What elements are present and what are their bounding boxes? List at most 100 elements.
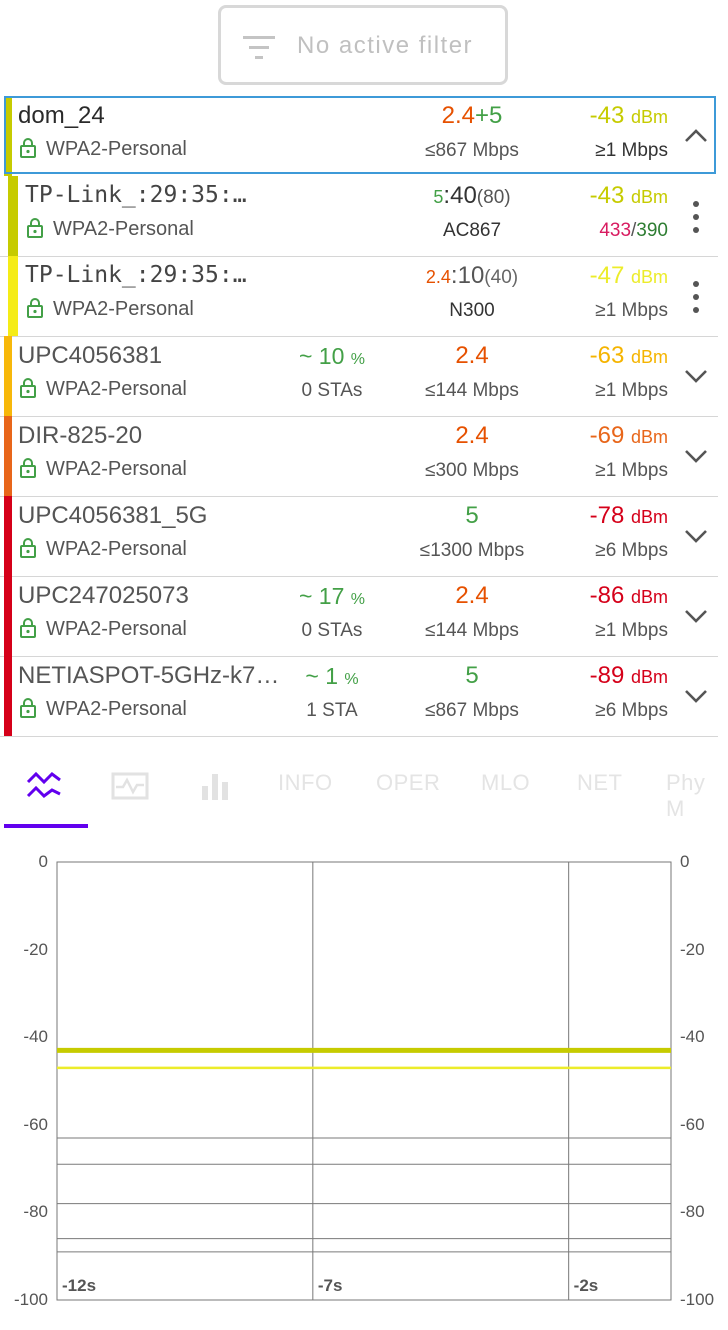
signal-strength: -89 dBm [590,662,668,690]
network-row[interactable]: TP-Link_:29:35:… WPA2-Personal 5:40(80) AC8… [0,176,718,257]
max-rate: ≤144 Mbps [425,620,519,641]
lock-icon [27,218,43,238]
security-type: WPA2-Personal [46,538,187,560]
min-rate-part: ≥6 Mbps [595,700,668,721]
min-rate: ≥1 Mbps [595,140,668,162]
min-rate: ≥6 Mbps [595,700,668,722]
max-rate: ≤300 Mbps [425,460,519,481]
chevron-down-icon[interactable] [682,682,710,710]
signal-color-bar [4,416,12,496]
band-part: 2.4 [455,582,489,609]
signal-color-bar [4,96,12,176]
tab-net[interactable]: NET [577,770,623,796]
security-type: WPA2-Personal [46,618,187,640]
signal-value: -43 [589,102,631,129]
band-channel: 2.4+5 [394,102,550,130]
station-count: 1 STA [306,700,358,721]
tab-info[interactable]: INFO [278,770,333,796]
min-rate-part: ≥1 Mbps [595,300,668,321]
network-row[interactable]: DIR-825-20 WPA2-Personal 2.4 ≤300 Mbps -69 d… [0,416,718,497]
max-rate: ≤1300 Mbps [419,540,525,561]
chevron-down-icon[interactable] [682,442,710,470]
lock-icon [20,458,36,478]
network-ssid: UPC247025073 [18,582,189,609]
signal-unit: dBm [630,667,668,687]
security-type: WPA2-Personal [46,458,187,480]
band-channel: 5 [394,502,550,530]
network-row[interactable]: UPC247025073 WPA2-Personal ~ 17 % 0 STAs 2.4… [0,576,718,657]
signal-unit: dBm [630,347,668,367]
more-vert-icon[interactable] [688,280,704,314]
chevron-down-icon[interactable] [682,602,710,630]
channel-quality-value: ~ 17 [298,583,351,609]
chevron-up-icon[interactable] [682,122,710,150]
band-part: (80) [476,187,511,208]
signal-chart: 0 0 -20 -20 -40 -40 -60 -60 -80 -80 -100 -100 -12s -7… [0,840,728,1330]
min-rate: 433/390 [599,220,668,242]
signal-value: -47 [589,262,631,289]
network-row[interactable]: dom_24 WPA2-Personal 2.4+5 ≤867 Mbps -43 dBm… [0,96,718,176]
max-rate: ≤867 Mbps [425,140,519,161]
station-count: 0 STAs [301,620,363,641]
network-row[interactable]: TP-Link_:29:35:… WPA2-Personal 2.4:10(40) N… [0,256,718,337]
security-type: WPA2-Personal [46,698,187,720]
tab-phy-m[interactable]: Phy M [666,770,728,822]
lock-icon [20,538,36,558]
band-part: :10 [450,262,485,289]
band-part: 5 [465,662,479,689]
signal-value: -63 [589,342,631,369]
min-rate: ≥1 Mbps [595,620,668,642]
signal-value: -69 [589,422,631,449]
chevron-down-icon[interactable] [682,362,710,390]
min-rate: ≥1 Mbps [595,380,668,402]
filter-button[interactable]: No active filter [218,5,508,85]
max-rate: N300 [449,300,495,321]
signal-value: -78 [589,502,631,529]
min-rate-part: ≥1 Mbps [595,460,668,481]
y-tick-label-right: -40 [680,1027,705,1047]
band-channel: 2.4 [394,422,550,450]
min-rate-part: 433 [599,220,632,241]
signal-value: -43 [589,182,631,209]
band-part: 2.4 [455,422,489,449]
band-channel: 2.4 [394,342,550,370]
x-tick-label: -7s [317,1276,343,1295]
network-row[interactable]: UPC4056381 WPA2-Personal ~ 10 % 0 STAs 2.4 ≤1… [0,336,718,417]
tab-mlo[interactable]: MLO [481,770,530,796]
max-rate: ≤144 Mbps [425,380,519,401]
network-ssid: UPC4056381 [18,342,163,369]
channel-quality: ~ 1 % [270,663,394,690]
min-rate-part: ≥1 Mbps [595,380,668,401]
signal-time-graph-icon[interactable] [22,766,66,806]
y-tick-label-right: -80 [680,1202,705,1222]
signal-strength: -78 dBm [590,502,668,530]
channel-graph-icon[interactable] [110,766,154,806]
band-channel: 5 [394,662,550,690]
bar-chart-icon[interactable] [196,766,240,806]
band-part: 2.4 [425,267,451,287]
band-part: :40 [443,182,477,209]
network-row[interactable]: NETIASPOT-5GHz-k7… WPA2-Personal ~ 1 % 1 ST… [0,656,718,737]
signal-value: -86 [589,582,631,609]
signal-unit: dBm [630,107,668,127]
signal-strength: -69 dBm [590,422,668,450]
chevron-down-icon[interactable] [682,522,710,550]
signal-color-bar [8,176,18,256]
signal-unit: dBm [630,267,668,287]
channel-quality-unit: % [350,591,366,608]
min-rate-part: ≥1 Mbps [595,140,668,161]
signal-strength: -63 dBm [590,342,668,370]
min-rate: ≥1 Mbps [595,460,668,482]
filter-icon [243,36,275,59]
network-ssid: TP-Link_:29:35:… [25,182,247,208]
tab-oper[interactable]: OPER [376,770,440,796]
channel-quality: ~ 17 % [270,583,394,610]
signal-strength: -47 dBm [590,262,668,290]
network-row[interactable]: UPC4056381_5G WPA2-Personal 5 ≤1300 Mbps -78… [0,496,718,577]
security-type: WPA2-Personal [46,378,187,400]
signal-color-bar [4,576,12,656]
more-vert-icon[interactable] [688,200,704,234]
lock-icon [20,698,36,718]
y-tick-label-right: 0 [680,852,690,871]
min-rate: ≥1 Mbps [595,300,668,322]
